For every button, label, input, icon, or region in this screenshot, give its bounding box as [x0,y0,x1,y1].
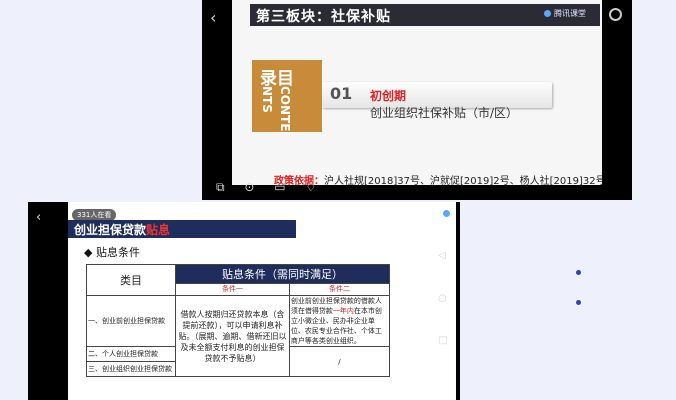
item-label-rest: 创业组织社保补贴（市/区） [370,106,519,120]
contents-box: 录目 CONTE NTS [252,60,322,132]
video-toolbar: ⧉ ⊙ ▭ ♢ [216,180,332,195]
brand-logo-icon [544,10,551,17]
policy-text: 沪人社规[2018]37号、沪就促[2019]2号、杨人社[2019]32号 [324,176,602,185]
conditions-table: 类目 贴息条件（需同时满足） 条件一 条件二 一、创业前创业担保贷款 借款人按期… [86,264,391,377]
bullet-dot [576,270,581,275]
cond2-empty: / [288,346,391,377]
header-highlight: 贴息 [146,223,171,237]
bullet-dot [576,300,581,305]
nav-home-button[interactable]: ○ [438,293,447,304]
top-slide: 第三板块：社保补贴 腾讯课堂 录目 CONTE NTS 01 初创期创业组织社保… [232,0,602,185]
nav-recent-button[interactable]: □ [438,335,447,346]
back-icon[interactable]: ‹ [36,210,41,225]
cond2-text-highlight: 一年内 [332,307,354,315]
item-number: 01 [330,84,353,103]
item-label-highlight: 初创期 [370,89,407,103]
header-band: 创业担保贷款贴息 [68,220,296,238]
table-row-type: 二、个人创业担保贷款 [86,346,176,362]
table-row-type: 一、创业前创业担保贷款 [86,295,176,347]
play-icon[interactable]: ⊙ [244,180,254,194]
item-label: 初创期创业组织社保补贴（市/区） [370,87,552,121]
header-main: 创业担保贷款 [74,223,147,237]
back-icon[interactable]: ‹ [210,8,216,27]
comment-icon[interactable]: ▭ [274,180,285,194]
cond1-text: 借款人按期归还贷款本息（含提前还款），可以申请利息补贴。（展期、逾期、借新还旧以… [175,295,290,377]
nav-back-button[interactable]: ◁ [438,250,446,261]
col-header-conditions: 贴息条件（需同时满足） [175,264,390,284]
brand-text: 腾讯课堂 [554,9,586,18]
brand-logo-icon [443,210,450,217]
bottom-slide: 331人在看 创业担保贷款贴息 ◆ 贴息条件 类目 贴息条件（需同时满足） 条件… [68,202,456,400]
contents-en-1: CONTE [278,86,292,132]
pip-icon[interactable]: ⧉ [216,180,225,194]
contents-en-2: NTS [260,86,274,113]
col-header-type: 类目 [86,264,176,296]
settings-icon[interactable] [609,8,622,21]
top-video-panel[interactable]: ‹ 第三板块：社保补贴 腾讯课堂 录目 CONTE NTS 01 初创期创业组织… [202,0,632,200]
mic-icon[interactable]: ♢ [305,180,316,194]
cond2-text: 创业前创业担保贷款的借款人须在借得贷款一年内在本市创立小微企业、民办非企业单位、… [288,295,391,347]
brand-label: 腾讯课堂 [544,8,586,19]
cond1-label: 条件一 [175,282,290,297]
slide-title: 第三板块：社保补贴 [256,9,391,25]
slide-header: 创业担保贷款贴息 [74,221,170,238]
cond2-label: 条件二 [288,282,391,297]
table-row-type: 三、创业组织创业担保贷款 [86,361,176,377]
bottom-video-panel[interactable]: ‹ 331人在看 创业担保贷款贴息 ◆ 贴息条件 类目 贴息条件（需同时满足） … [28,202,460,400]
contents-item: 01 初创期创业组织社保补贴（市/区） [322,82,552,120]
subtitle: ◆ 贴息条件 [84,246,140,259]
